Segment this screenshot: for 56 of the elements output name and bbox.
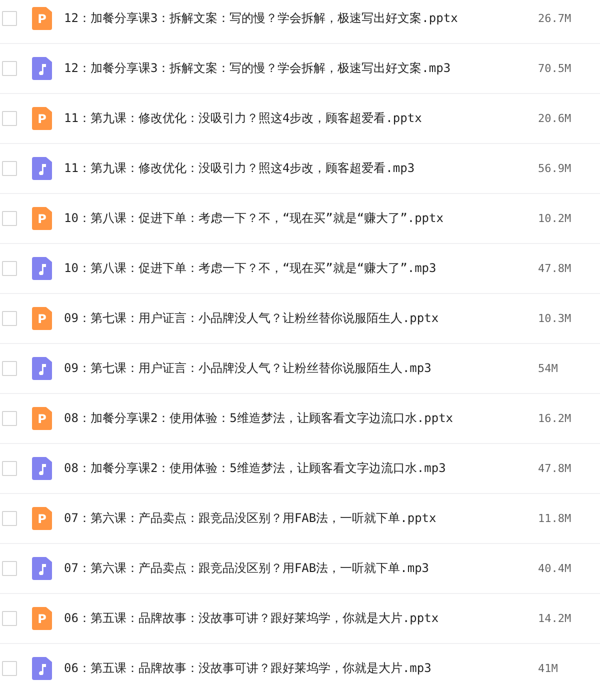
presentation-file-icon: P [32,107,52,130]
file-name[interactable]: 12：加餐分享课3：拆解文案：写的慢？学会拆解，极速写出好文案.mp3 [64,60,538,77]
file-name[interactable]: 09：第七课：用户证言：小品牌没人气？让粉丝替你说服陌生人.pptx [64,310,538,327]
checkbox[interactable] [2,261,17,276]
file-name[interactable]: 08：加餐分享课2：使用体验：5维造梦法，让顾客看文字边流口水.pptx [64,410,538,427]
file-size: 16.2M [538,412,572,425]
file-name[interactable]: 07：第六课：产品卖点：跟竞品没区别？用FAB法，一听就下单.pptx [64,510,538,527]
file-size: 56.9M [538,162,572,175]
file-size: 70.5M [538,62,572,75]
presentation-file-icon: P [32,607,52,630]
checkbox[interactable] [2,11,17,26]
presentation-file-icon: P [32,7,52,30]
file-size: 47.8M [538,462,572,475]
file-name[interactable]: 08：加餐分享课2：使用体验：5维造梦法，让顾客看文字边流口水.mp3 [64,460,538,477]
file-size: 10.2M [538,212,572,225]
music-file-icon [32,257,52,280]
checkbox[interactable] [2,461,17,476]
file-name[interactable]: 12：加餐分享课3：拆解文案：写的慢？学会拆解，极速写出好文案.pptx [64,10,538,27]
checkbox[interactable] [2,161,17,176]
music-file-icon [32,57,52,80]
checkbox[interactable] [2,311,17,326]
checkbox[interactable] [2,111,17,126]
file-size: 40.4M [538,562,572,575]
file-size: 54M [538,362,558,375]
presentation-file-icon: P [32,507,52,530]
file-size: 11.8M [538,512,572,525]
music-file-icon [32,157,52,180]
checkbox[interactable] [2,61,17,76]
checkbox[interactable] [2,211,17,226]
music-file-icon [32,657,52,680]
checkbox[interactable] [2,611,17,626]
file-name[interactable]: 07：第六课：产品卖点：跟竞品没区别？用FAB法，一听就下单.mp3 [64,560,538,577]
file-size: 41M [538,662,558,675]
checkbox[interactable] [2,661,17,676]
presentation-file-icon: P [32,207,52,230]
checkbox[interactable] [2,411,17,426]
file-size: 26.7M [538,12,572,25]
checkbox[interactable] [2,561,17,576]
file-name[interactable]: 10：第八课：促进下单：考虑一下？不，“现在买”就是“赚大了”.pptx [64,210,538,227]
file-name[interactable]: 06：第五课：品牌故事：没故事可讲？跟好莱坞学，你就是大片.pptx [64,610,538,627]
presentation-file-icon: P [32,407,52,430]
file-size: 10.3M [538,312,572,325]
file-size: 20.6M [538,112,572,125]
checkbox[interactable] [2,511,17,526]
music-file-icon [32,457,52,480]
file-size: 14.2M [538,612,572,625]
file-name[interactable]: 10：第八课：促进下单：考虑一下？不，“现在买”就是“赚大了”.mp3 [64,260,538,277]
file-name[interactable]: 06：第五课：品牌故事：没故事可讲？跟好莱坞学，你就是大片.mp3 [64,660,538,677]
file-name[interactable]: 11：第九课：修改优化：没吸引力？照这4步改，顾客超爱看.pptx [64,110,538,127]
file-name[interactable]: 11：第九课：修改优化：没吸引力？照这4步改，顾客超爱看.mp3 [64,160,538,177]
file-size: 47.8M [538,262,572,275]
presentation-file-icon: P [32,307,52,330]
checkbox[interactable] [2,361,17,376]
music-file-icon [32,357,52,380]
file-name[interactable]: 09：第七课：用户证言：小品牌没人气？让粉丝替你说服陌生人.mp3 [64,360,538,377]
music-file-icon [32,557,52,580]
